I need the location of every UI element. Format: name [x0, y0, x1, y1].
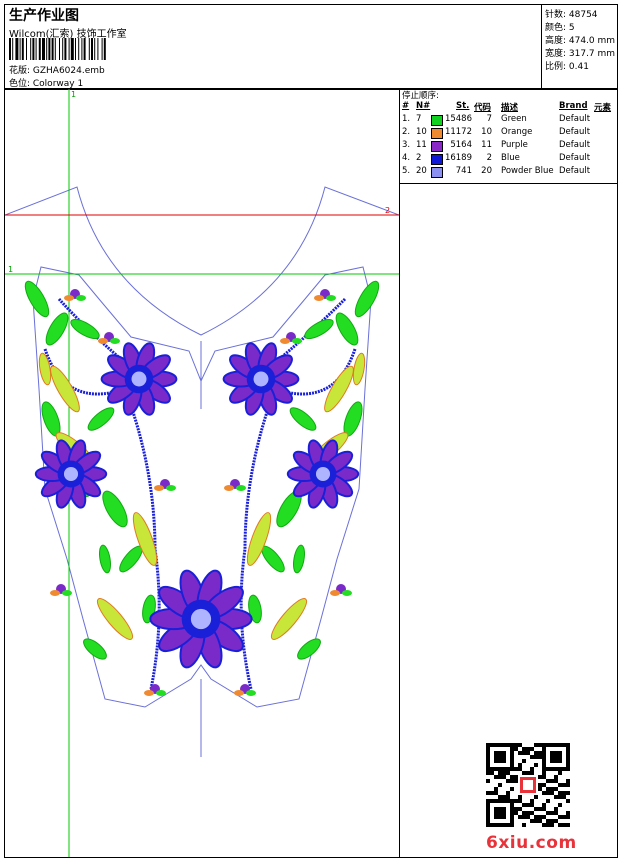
row-index: 4. — [402, 153, 411, 163]
row-code: 20 — [481, 166, 492, 176]
stop-sequence-heading: 停止顺序: — [402, 91, 439, 101]
col-header-stitches: St. — [456, 101, 470, 111]
guide-label-h2: 1 — [8, 265, 13, 274]
row-needle: 2 — [416, 153, 422, 163]
row-description: Blue — [501, 153, 520, 163]
bud-leaf — [64, 295, 74, 301]
col-header-desc: 描述 — [501, 103, 519, 113]
bud-leaf — [342, 590, 352, 596]
col-header-code: 代码 — [474, 103, 492, 113]
bud-leaf — [144, 690, 154, 696]
row-brand: Default — [559, 114, 591, 124]
flower-top-left-core — [131, 371, 147, 387]
row-code: 7 — [486, 114, 492, 124]
row-needle: 7 — [416, 114, 422, 124]
row-index: 2. — [402, 127, 411, 137]
row-code: 11 — [481, 140, 492, 150]
stop-sequence-panel: 停止顺序: # N# St. 代码 描述 Brand 元素 1. 7 15486 7 G… — [399, 89, 618, 184]
stat-colors: 颜色: 5 — [545, 23, 575, 33]
row-code: 2 — [486, 153, 492, 163]
bud-leaf — [156, 690, 166, 696]
bud-leaf — [166, 485, 176, 491]
row-code: 10 — [481, 127, 492, 137]
row-stitches: 16189 — [444, 153, 472, 163]
design-canvas: 1 2 1 — [4, 89, 400, 857]
row-stitches: 11172 — [444, 127, 472, 137]
bud-leaf — [326, 295, 336, 301]
flower-mid-right-core — [315, 466, 331, 482]
guide-label-v: 1 — [71, 90, 76, 99]
bud-leaf — [110, 338, 120, 344]
row-index: 5. — [402, 166, 411, 176]
flower-mid-left-core — [63, 466, 79, 482]
embroidery-preview: 1 2 1 — [4, 89, 400, 857]
green-leaf-left — [87, 407, 115, 431]
bud-leaf — [246, 690, 256, 696]
document-title: 生产作业图 — [9, 8, 79, 24]
barcode — [9, 38, 106, 60]
bud-leaf — [154, 485, 164, 491]
row-description: Orange — [501, 127, 533, 137]
bud-leaf — [98, 338, 108, 344]
design-filename: 花版: GZHA6024.emb — [9, 66, 105, 76]
green-leaf-left — [70, 318, 100, 340]
bud-leaf — [76, 295, 86, 301]
embroidery-motifs — [24, 280, 380, 696]
flower-bottom-center-core — [190, 608, 212, 630]
green-leaf-left — [102, 490, 128, 528]
row-description: Purple — [501, 140, 528, 150]
feather-leaf-right — [270, 598, 308, 640]
bud-leaf — [50, 590, 60, 596]
bud-leaf — [330, 590, 340, 596]
green-leaf-right — [289, 407, 317, 431]
green-leaf-left — [99, 544, 111, 574]
row-description: Powder Blue — [501, 166, 554, 176]
green-leaf-right — [293, 544, 305, 574]
flower-top-right-core — [253, 371, 269, 387]
row-index: 1. — [402, 114, 411, 124]
row-needle: 20 — [416, 166, 427, 176]
bud-leaf — [62, 590, 72, 596]
row-needle: 11 — [416, 140, 427, 150]
main-panel: 1 2 1 停止顺序: # N# St. 代码 描述 Brand 元素 1. 7 1… — [4, 88, 618, 858]
col-header-needle: N# — [416, 101, 431, 111]
col-header-index: # — [402, 101, 410, 111]
row-brand: Default — [559, 153, 591, 163]
stat-stitches: 针数: 48754 — [545, 10, 598, 20]
row-description: Green — [501, 114, 527, 124]
bud-leaf — [224, 485, 234, 491]
stat-scale: 比例: 0.41 — [545, 62, 589, 72]
row-stitches: 15486 — [444, 114, 472, 124]
col-header-brand: Brand — [559, 101, 588, 111]
green-leaf-right — [304, 318, 334, 340]
feather-leaf-left — [38, 352, 52, 386]
stat-height: 高度: 474.0 mm — [545, 36, 616, 46]
green-leaf-right — [297, 638, 321, 660]
feather-leaf-right — [352, 352, 366, 386]
col-header-element: 元素 — [594, 103, 612, 113]
guide-label-h1: 2 — [385, 206, 390, 215]
row-needle: 10 — [416, 127, 427, 137]
watermark-logo: 6xiu.com — [486, 833, 577, 853]
bud-leaf — [236, 485, 246, 491]
bud-leaf — [292, 338, 302, 344]
green-leaf-left — [83, 638, 107, 660]
row-stitches: 741 — [455, 166, 472, 176]
row-index: 3. — [402, 140, 411, 150]
stat-width: 宽度: 317.7 mm — [545, 49, 616, 59]
bud-leaf — [280, 338, 290, 344]
header-panel: 生产作业图 Wilcom(汇索) 技饰工作室 花版: GZHA6024.emb … — [4, 4, 618, 90]
right-lower-panel: 6xiu.com — [399, 183, 618, 857]
row-stitches: 5164 — [450, 140, 472, 150]
feather-leaf-left — [96, 598, 134, 640]
row-brand: Default — [559, 166, 591, 176]
stats-panel: 针数: 48754 颜色: 5 高度: 474.0 mm 宽度: 317.7 m… — [541, 5, 618, 89]
row-brand: Default — [559, 127, 591, 137]
bud-leaf — [234, 690, 244, 696]
bud-leaf — [314, 295, 324, 301]
qr-code — [486, 743, 570, 827]
row-brand: Default — [559, 140, 591, 150]
